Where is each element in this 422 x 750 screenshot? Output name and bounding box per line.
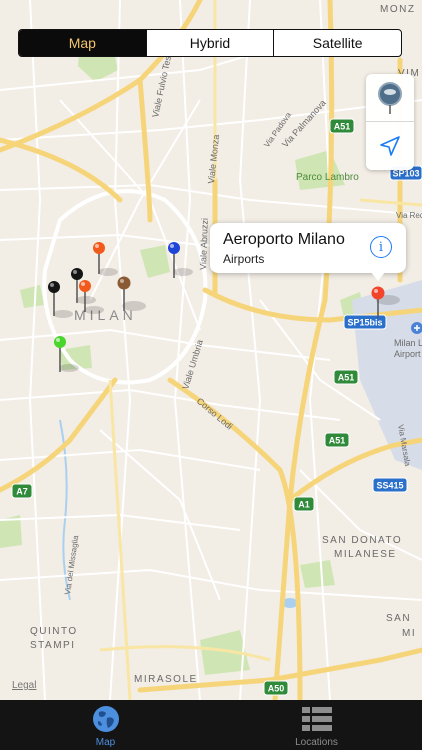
- svg-text:SP103: SP103: [392, 169, 419, 179]
- pin-drop-button[interactable]: [366, 74, 414, 122]
- road-shield: A7: [11, 483, 33, 499]
- svg-text:A51: A51: [329, 436, 346, 446]
- tab-locations-label: Locations: [295, 737, 338, 748]
- legal-link[interactable]: Legal: [12, 680, 36, 691]
- globe-icon: [90, 704, 122, 734]
- tab-map[interactable]: Map: [0, 700, 211, 750]
- road-shield: A51: [329, 118, 355, 134]
- place-label: MONZ: [380, 4, 415, 15]
- place-label: STAMPI: [30, 640, 75, 651]
- place-label: MILANESE: [334, 549, 397, 560]
- place-label: SAN: [386, 613, 411, 624]
- map-tools-panel: [366, 74, 414, 170]
- segment-map[interactable]: Map: [19, 30, 146, 56]
- info-button[interactable]: i: [370, 236, 392, 258]
- tab-map-label: Map: [95, 737, 116, 748]
- street-label: Via Rede: [396, 211, 422, 220]
- place-label: Parco Lambro: [296, 172, 359, 183]
- list-icon: [301, 704, 333, 734]
- road-shield: SS415: [372, 477, 408, 493]
- svg-text:A1: A1: [298, 500, 310, 510]
- street-label: Viale Abruzzi: [198, 218, 210, 270]
- map-view[interactable]: Viale Fulvio Testi Viale Monza Via Palma…: [0, 0, 422, 700]
- callout-title: Aeroporto Milano: [223, 231, 345, 248]
- road-shield: A1: [293, 496, 315, 512]
- segment-hybrid[interactable]: Hybrid: [145, 30, 274, 56]
- place-label: MIRASOLE: [134, 674, 198, 685]
- svg-text:SP15bis: SP15bis: [347, 318, 382, 328]
- location-arrow-icon: [380, 136, 400, 156]
- place-label: Airport: [394, 349, 421, 359]
- place-label: MI: [402, 628, 416, 639]
- place-label: QUINTO: [30, 626, 78, 637]
- tab-locations[interactable]: Locations: [211, 700, 422, 750]
- svg-text:A51: A51: [334, 122, 351, 132]
- svg-text:A7: A7: [16, 487, 28, 497]
- place-label: Milan L: [394, 338, 422, 348]
- road-shield: A51: [324, 432, 350, 448]
- road-shield: SP15bis: [343, 314, 387, 330]
- road-shield: A51: [333, 369, 359, 385]
- svg-text:A51: A51: [338, 373, 355, 383]
- current-location-button[interactable]: [366, 122, 414, 170]
- callout-tail: [370, 271, 386, 281]
- callout-subtitle: Airports: [223, 252, 265, 266]
- tab-bar: Map Locations: [0, 700, 422, 750]
- svg-text:A50: A50: [268, 684, 285, 694]
- road-shield: A50: [263, 680, 289, 696]
- map-type-segmented-control[interactable]: Map Hybrid Satellite: [18, 29, 402, 57]
- pin-drop-icon: [378, 81, 402, 114]
- info-icon: i: [378, 239, 384, 255]
- segment-satellite[interactable]: Satellite: [273, 30, 401, 56]
- place-label: SAN DONATO: [322, 535, 402, 546]
- svg-text:SS415: SS415: [376, 481, 403, 491]
- annotation-callout[interactable]: Aeroporto Milano Airports i: [210, 223, 406, 281]
